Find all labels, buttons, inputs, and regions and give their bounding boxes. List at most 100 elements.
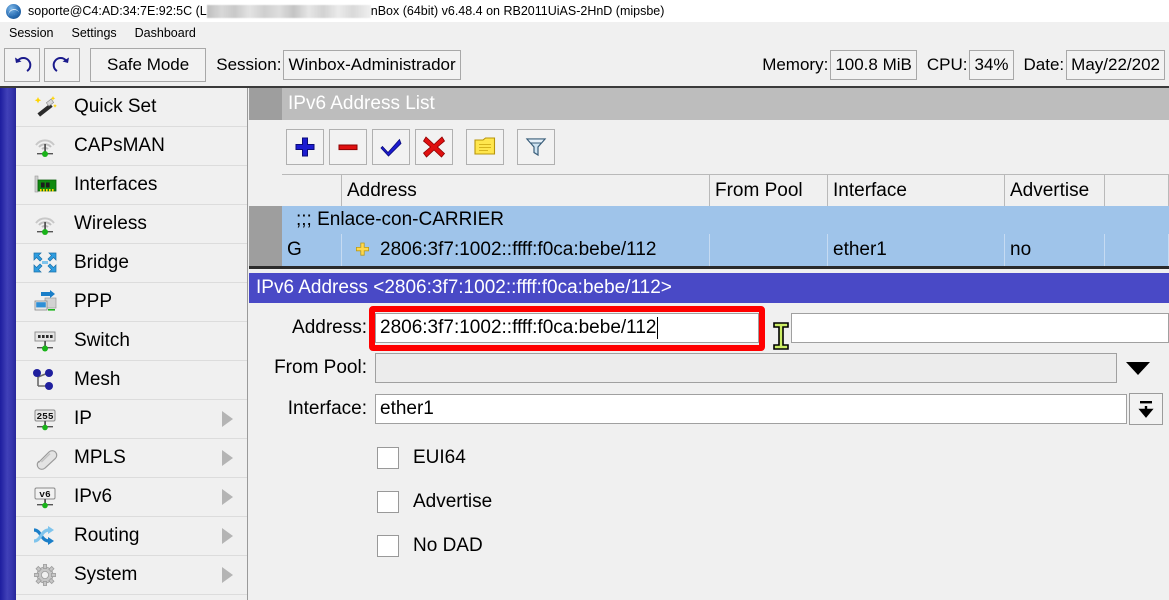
sidebar-item-ipv6[interactable]: v6 IPv6 bbox=[16, 478, 247, 517]
sidebar-item-label: Wireless bbox=[74, 213, 147, 235]
sidebar-item-ppp[interactable]: PPP bbox=[16, 283, 247, 322]
address-secondary-input[interactable] bbox=[791, 313, 1169, 343]
sidebar-item-label: System bbox=[74, 564, 137, 586]
chevron-right-icon bbox=[222, 567, 233, 583]
column-header-interface[interactable]: Interface bbox=[828, 175, 1005, 207]
cell-advertise: no bbox=[1005, 234, 1105, 266]
cell-address: 2806:3f7:1002::ffff:f0ca:bebe/112 bbox=[380, 239, 656, 261]
network-card-icon bbox=[30, 172, 60, 198]
checkbox-row-no-dad[interactable]: No DAD bbox=[249, 535, 1169, 557]
cell-interface: ether1 bbox=[828, 234, 1005, 266]
dialog-titlebar: IPv6 Address <2806:3f7:1002::ffff:f0ca:b… bbox=[249, 273, 1169, 303]
add-button[interactable] bbox=[286, 129, 324, 165]
window-titlebar: soporte@C4:AD:34:7E:92:5C (L nBox (64bit… bbox=[0, 0, 1169, 22]
sidebar-item-system[interactable]: System bbox=[16, 556, 247, 595]
eui64-label: EUI64 bbox=[413, 447, 466, 469]
routing-arrows-icon bbox=[30, 523, 60, 549]
from-pool-label: From Pool: bbox=[249, 357, 375, 379]
cpu-label: CPU: bbox=[927, 55, 968, 75]
winbox-globe-icon bbox=[6, 4, 21, 19]
text-caret bbox=[657, 317, 658, 339]
data-row-gutter bbox=[249, 234, 282, 266]
undo-button[interactable] bbox=[4, 48, 40, 82]
bridge-arrows-icon bbox=[30, 250, 60, 276]
undo-arrow-icon bbox=[11, 54, 33, 76]
no-dad-label: No DAD bbox=[413, 535, 483, 557]
sidebar-item-label: Interfaces bbox=[74, 174, 157, 196]
titlebar-user-host: soporte@C4:AD:34:7E:92:5C (L bbox=[28, 4, 207, 18]
redo-button[interactable] bbox=[44, 48, 80, 82]
checkbox-row-eui64[interactable]: EUI64 bbox=[249, 447, 1169, 469]
column-header-advertise[interactable]: Advertise bbox=[1005, 175, 1105, 207]
column-header-address[interactable]: Address bbox=[342, 175, 710, 207]
interface-dropdown-button[interactable] bbox=[1129, 393, 1163, 425]
redo-arrow-icon bbox=[51, 54, 73, 76]
titlebar-suffix: nBox (64bit) v6.48.4 on RB2011UiAS-2HnD … bbox=[371, 4, 665, 18]
sidebar-item-quick-set[interactable]: Quick Set bbox=[16, 88, 247, 127]
sidebar-item-mpls[interactable]: MPLS bbox=[16, 439, 247, 478]
titlebar-redacted-region bbox=[207, 5, 371, 18]
checkbox-row-advertise[interactable]: Advertise bbox=[249, 491, 1169, 513]
note-icon bbox=[473, 136, 497, 158]
column-header-flags[interactable] bbox=[282, 175, 342, 207]
advertise-checkbox[interactable] bbox=[377, 491, 399, 513]
session-value[interactable]: Winbox-Administrador bbox=[283, 50, 460, 80]
ppp-monitor-icon bbox=[30, 289, 60, 315]
menu-item-settings[interactable]: Settings bbox=[62, 25, 125, 41]
main-toolbar: Safe Mode Session: Winbox-Administrador … bbox=[0, 44, 1169, 88]
ipv6-icon: v6 bbox=[30, 484, 60, 510]
chevron-down-icon[interactable] bbox=[1126, 362, 1150, 375]
interface-input[interactable]: ether1 bbox=[375, 394, 1127, 424]
gear-icon bbox=[30, 562, 60, 588]
funnel-icon bbox=[524, 135, 548, 159]
table-row[interactable]: G 2806:3f7:1002::ffff:f0ca:bebe/112 ethe… bbox=[282, 234, 1169, 266]
mpls-tag-icon bbox=[30, 445, 60, 471]
date-value: May/22/202 bbox=[1066, 50, 1165, 80]
sidebar-item-label: Bridge bbox=[74, 252, 129, 274]
eui64-checkbox[interactable] bbox=[377, 447, 399, 469]
sidebar-item-ip[interactable]: 255 IP bbox=[16, 400, 247, 439]
menu-bar: Session Settings Dashboard bbox=[0, 22, 1169, 44]
disable-button[interactable] bbox=[415, 129, 453, 165]
advertise-label: Advertise bbox=[413, 491, 492, 513]
sidebar-item-routing[interactable]: Routing bbox=[16, 517, 247, 556]
switch-icon bbox=[30, 328, 60, 354]
sidebar-item-label: MPLS bbox=[74, 447, 126, 469]
cell-flags: G bbox=[282, 234, 342, 266]
address-marker-icon bbox=[354, 242, 371, 259]
sidebar-item-label: IPv6 bbox=[74, 486, 112, 508]
sidebar-item-interfaces[interactable]: Interfaces bbox=[16, 166, 247, 205]
sidebar-item-label: Switch bbox=[74, 330, 130, 352]
enable-button[interactable] bbox=[372, 129, 410, 165]
cell-spacer bbox=[1105, 234, 1169, 266]
from-pool-input[interactable] bbox=[375, 353, 1117, 383]
address-input[interactable]: 2806:3f7:1002::ffff:f0ca:bebe/112 bbox=[375, 313, 759, 343]
address-table-header: Address From Pool Interface Advertise bbox=[282, 174, 1169, 206]
interface-field-row: Interface: ether1 bbox=[249, 393, 1169, 425]
sidebar-item-label: PPP bbox=[74, 291, 112, 313]
cpu-value: 34% bbox=[969, 50, 1013, 80]
double-chevron-down-icon bbox=[1136, 398, 1156, 420]
sidebar-item-bridge[interactable]: Bridge bbox=[16, 244, 247, 283]
filter-button[interactable] bbox=[517, 129, 555, 165]
table-row-comment[interactable]: ;;; Enlace-con-CARRIER bbox=[282, 206, 1169, 234]
menu-item-dashboard[interactable]: Dashboard bbox=[126, 25, 205, 41]
comment-button[interactable] bbox=[466, 129, 504, 165]
sidebar-item-wireless[interactable]: Wireless bbox=[16, 205, 247, 244]
sidebar-menu: Quick Set CAPsMAN bbox=[16, 88, 248, 600]
no-dad-checkbox[interactable] bbox=[377, 535, 399, 557]
svg-text:255: 255 bbox=[36, 411, 53, 422]
winbox-window: soporte@C4:AD:34:7E:92:5C (L nBox (64bit… bbox=[0, 0, 1169, 600]
window-separator bbox=[249, 266, 1169, 269]
menu-item-session[interactable]: Session bbox=[0, 25, 62, 41]
i-beam-text-cursor bbox=[772, 322, 790, 350]
cross-icon bbox=[422, 135, 446, 159]
sidebar-item-mesh[interactable]: Mesh bbox=[16, 361, 247, 400]
sidebar-item-capsman[interactable]: CAPsMAN bbox=[16, 127, 247, 166]
column-header-from-pool[interactable]: From Pool bbox=[710, 175, 828, 207]
sidebar-item-switch[interactable]: Switch bbox=[16, 322, 247, 361]
winbox-brand-strip: nBox bbox=[0, 88, 16, 600]
safe-mode-button[interactable]: Safe Mode bbox=[90, 48, 206, 82]
remove-button[interactable] bbox=[329, 129, 367, 165]
dialog-body: Address: 2806:3f7:1002::ffff:f0ca:bebe/1… bbox=[249, 303, 1169, 600]
